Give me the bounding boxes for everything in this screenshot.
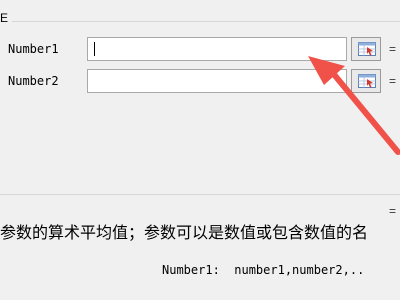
number2-input[interactable] <box>87 69 347 93</box>
number1-label: Number1 <box>8 42 59 56</box>
argument-description: Number1: number1,number2,.. <box>162 263 365 277</box>
number1-collapse-button[interactable] <box>351 37 381 61</box>
separator <box>0 194 400 195</box>
function-result: = <box>389 204 397 218</box>
collapse-dialog-icon <box>358 74 376 88</box>
function-description: 参数的算术平均值；参数可以是数值或包含数值的名 <box>0 225 369 242</box>
number1-result: = <box>389 42 397 56</box>
text-caret <box>94 42 95 56</box>
number2-result: = <box>389 74 397 88</box>
number2-collapse-button[interactable] <box>351 69 381 93</box>
collapse-dialog-icon <box>358 42 376 56</box>
number1-input[interactable] <box>87 37 347 61</box>
number2-label: Number2 <box>8 74 59 88</box>
group-title: E <box>0 10 13 26</box>
